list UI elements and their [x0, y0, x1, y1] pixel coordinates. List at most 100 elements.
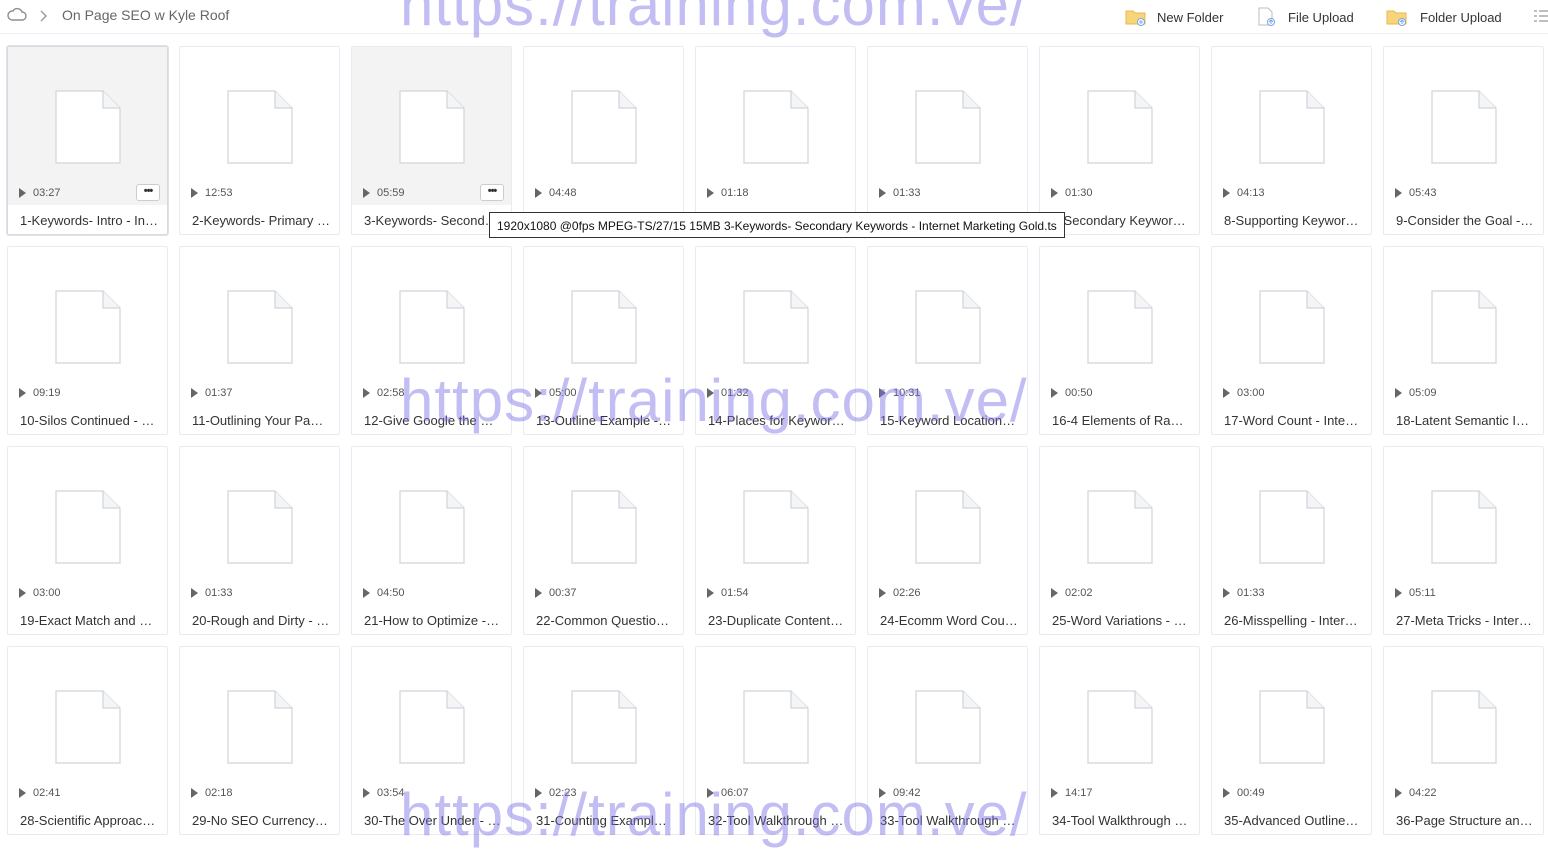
file-card[interactable]: 02:58 12-Give Google the Page - Internet …	[351, 246, 512, 435]
folder-upload-button[interactable]: Folder Upload	[1386, 5, 1502, 29]
file-name[interactable]: 36-Page Structure and Order - Internet M…	[1396, 813, 1534, 828]
file-card[interactable]: 02:02 25-Word Variations - Internet Marke…	[1039, 446, 1200, 635]
file-name[interactable]: 32-Tool Walkthrough - Internet Marketing…	[708, 813, 846, 828]
file-thumbnail[interactable]	[180, 47, 339, 205]
cloud-icon[interactable]	[7, 7, 27, 23]
file-card[interactable]: 01:30 7-Secondary Keywords - Internet Mar…	[1039, 46, 1200, 235]
file-card[interactable]: 03:27 ••• 1-Keywords- Intro - Internet Mar…	[7, 46, 168, 235]
file-card[interactable]: 05:09 18-Latent Semantic Indexing - Inter…	[1383, 246, 1544, 435]
file-card[interactable]: 01:54 23-Duplicate Content - Internet Mar…	[695, 446, 856, 635]
file-name[interactable]: 18-Latent Semantic Indexing - Internet M…	[1396, 413, 1534, 428]
file-name[interactable]: 17-Word Count - Internet Marketing Gold.…	[1224, 413, 1362, 428]
file-thumbnail[interactable]	[868, 47, 1027, 205]
file-card[interactable]: 01:37 11-Outlining Your Page - Internet M…	[179, 246, 340, 435]
file-card[interactable]: 00:50 16-4 Elements of Ranking - Internet…	[1039, 246, 1200, 435]
file-name[interactable]: 7-Secondary Keywords - Internet Marketin…	[1052, 213, 1190, 228]
file-name[interactable]: 19-Exact Match and Variations - Internet…	[20, 613, 158, 628]
list-view-icon[interactable]	[1534, 9, 1548, 23]
file-card[interactable]: 00:49 35-Advanced Outline - Internet Mark…	[1211, 646, 1372, 835]
file-thumbnail[interactable]	[352, 247, 511, 405]
file-card[interactable]: 01:33 26-Misspelling - Internet Marketing…	[1211, 446, 1372, 635]
new-folder-button[interactable]: New Folder	[1125, 5, 1223, 29]
file-name[interactable]: 22-Common Questions - Internet Marketing…	[536, 613, 674, 628]
file-card[interactable]: 06:07 32-Tool Walkthrough - Internet Mark…	[695, 646, 856, 835]
file-thumbnail[interactable]	[1040, 247, 1199, 405]
file-thumbnail[interactable]	[868, 247, 1027, 405]
file-thumbnail[interactable]	[868, 647, 1027, 805]
file-card[interactable]: 04:22 36-Page Structure and Order - Inter…	[1383, 646, 1544, 835]
file-card[interactable]: 02:18 29-No SEO Currency - Internet Marke…	[179, 646, 340, 835]
file-name[interactable]: 30-The Over Under - Internet Marketing G…	[364, 813, 502, 828]
file-thumbnail[interactable]	[8, 647, 167, 805]
file-thumbnail[interactable]	[524, 447, 683, 605]
file-name[interactable]: 20-Rough and Dirty - Internet Marketing …	[192, 613, 330, 628]
file-thumbnail[interactable]	[352, 647, 511, 805]
file-name[interactable]: 3-Keywords- Secondary Keywords - Interne…	[364, 213, 502, 228]
file-thumbnail[interactable]	[524, 247, 683, 405]
file-thumbnail[interactable]	[524, 47, 683, 205]
file-thumbnail[interactable]	[696, 447, 855, 605]
file-thumbnail[interactable]	[8, 247, 167, 405]
file-name[interactable]: 16-4 Elements of Ranking - Internet Mark…	[1052, 413, 1190, 428]
file-name[interactable]: 33-Tool Walkthrough - Internet Marketing…	[880, 813, 1018, 828]
file-thumbnail[interactable]	[8, 447, 167, 605]
file-name[interactable]: 13-Outline Example - Internet Marketing …	[536, 413, 674, 428]
file-thumbnail[interactable]	[696, 247, 855, 405]
file-name[interactable]: 26-Misspelling - Internet Marketing Gold…	[1224, 613, 1362, 628]
file-card[interactable]: 01:32 14-Places for Keywords - Internet M…	[695, 246, 856, 435]
file-name[interactable]: 8-Supporting Keywords - Internet Marketi…	[1224, 213, 1362, 228]
file-name[interactable]: 1-Keywords- Intro - Internet Marketing G…	[20, 213, 158, 228]
file-thumbnail[interactable]	[8, 47, 167, 205]
file-thumbnail[interactable]	[1212, 47, 1371, 205]
file-card[interactable]: 14:17 34-Tool Walkthrough - Internet Mark…	[1039, 646, 1200, 835]
file-card[interactable]: 03:00 19-Exact Match and Variations - Int…	[7, 446, 168, 635]
file-thumbnail[interactable]	[696, 647, 855, 805]
file-card[interactable]: 02:41 28-Scientific Approach - Internet M…	[7, 646, 168, 835]
file-name[interactable]: 28-Scientific Approach - Internet Market…	[20, 813, 158, 828]
file-name[interactable]: 12-Give Google the Page - Internet Marke…	[364, 413, 502, 428]
file-card[interactable]: 03:00 17-Word Count - Internet Marketing …	[1211, 246, 1372, 435]
file-thumbnail[interactable]	[180, 647, 339, 805]
file-name[interactable]: 35-Advanced Outline - Internet Marketing…	[1224, 813, 1362, 828]
file-name[interactable]: 27-Meta Tricks - Internet Marketing Gold…	[1396, 613, 1534, 628]
file-thumbnail[interactable]	[524, 647, 683, 805]
file-thumbnail[interactable]	[1384, 447, 1543, 605]
file-card[interactable]: 09:19 10-Silos Continued - Internet Marke…	[7, 246, 168, 435]
file-thumbnail[interactable]	[1212, 247, 1371, 405]
file-name[interactable]: 24-Ecomm Word Count - Internet Marketing…	[880, 613, 1018, 628]
file-name[interactable]: 2-Keywords- Primary Keywords - Internet …	[192, 213, 330, 228]
file-card[interactable]: 04:50 21-How to Optimize - Internet Marke…	[351, 446, 512, 635]
file-thumbnail[interactable]	[1384, 647, 1543, 805]
file-name[interactable]: 29-No SEO Currency - Internet Marketing …	[192, 813, 330, 828]
file-name[interactable]: 34-Tool Walkthrough - Internet Marketing…	[1052, 813, 1190, 828]
file-card[interactable]: 03:54 30-The Over Under - Internet Market…	[351, 646, 512, 835]
file-card[interactable]: 01:33 20-Rough and Dirty - Internet Marke…	[179, 446, 340, 635]
file-thumbnail[interactable]	[1212, 447, 1371, 605]
file-card[interactable]: 05:43 9-Consider the Goal - Internet Mark…	[1383, 46, 1544, 235]
file-upload-button[interactable]: File Upload	[1256, 5, 1354, 29]
file-name[interactable]: 9-Consider the Goal - Internet Marketing…	[1396, 213, 1534, 228]
file-thumbnail[interactable]	[1212, 647, 1371, 805]
file-card[interactable]: 02:26 24-Ecomm Word Count - Internet Mark…	[867, 446, 1028, 635]
file-name[interactable]: 11-Outlining Your Page - Internet Market…	[192, 413, 330, 428]
file-card[interactable]: 00:37 22-Common Questions - Internet Mark…	[523, 446, 684, 635]
file-card[interactable]: 01:185-Keywords- Secondary Keywords - In…	[695, 46, 856, 235]
more-options-button[interactable]: •••	[480, 184, 504, 201]
file-thumbnail[interactable]	[1384, 247, 1543, 405]
file-card[interactable]: 02:23 31-Counting Examples - Internet Mar…	[523, 646, 684, 835]
file-name[interactable]: 31-Counting Examples - Internet Marketin…	[536, 813, 674, 828]
file-thumbnail[interactable]	[180, 447, 339, 605]
file-thumbnail[interactable]	[180, 247, 339, 405]
file-thumbnail[interactable]	[696, 47, 855, 205]
file-card[interactable]: 05:11 27-Meta Tricks - Internet Marketing…	[1383, 446, 1544, 635]
file-card[interactable]: 01:336-Keywords- Secondary Keywords - In…	[867, 46, 1028, 235]
file-card[interactable]: 09:42 33-Tool Walkthrough - Internet Mark…	[867, 646, 1028, 835]
file-name[interactable]: 25-Word Variations - Internet Marketing …	[1052, 613, 1190, 628]
more-options-button[interactable]: •••	[136, 184, 160, 201]
file-card[interactable]: 05:59 ••• 3-Keywords- Secondary Keywords -…	[351, 46, 512, 235]
file-thumbnail[interactable]	[1040, 47, 1199, 205]
file-name[interactable]: 14-Places for Keywords - Internet Market…	[708, 413, 846, 428]
file-thumbnail[interactable]	[352, 447, 511, 605]
file-name[interactable]: 10-Silos Continued - Internet Marketing …	[20, 413, 158, 428]
file-name[interactable]: 21-How to Optimize - Internet Marketing …	[364, 613, 502, 628]
